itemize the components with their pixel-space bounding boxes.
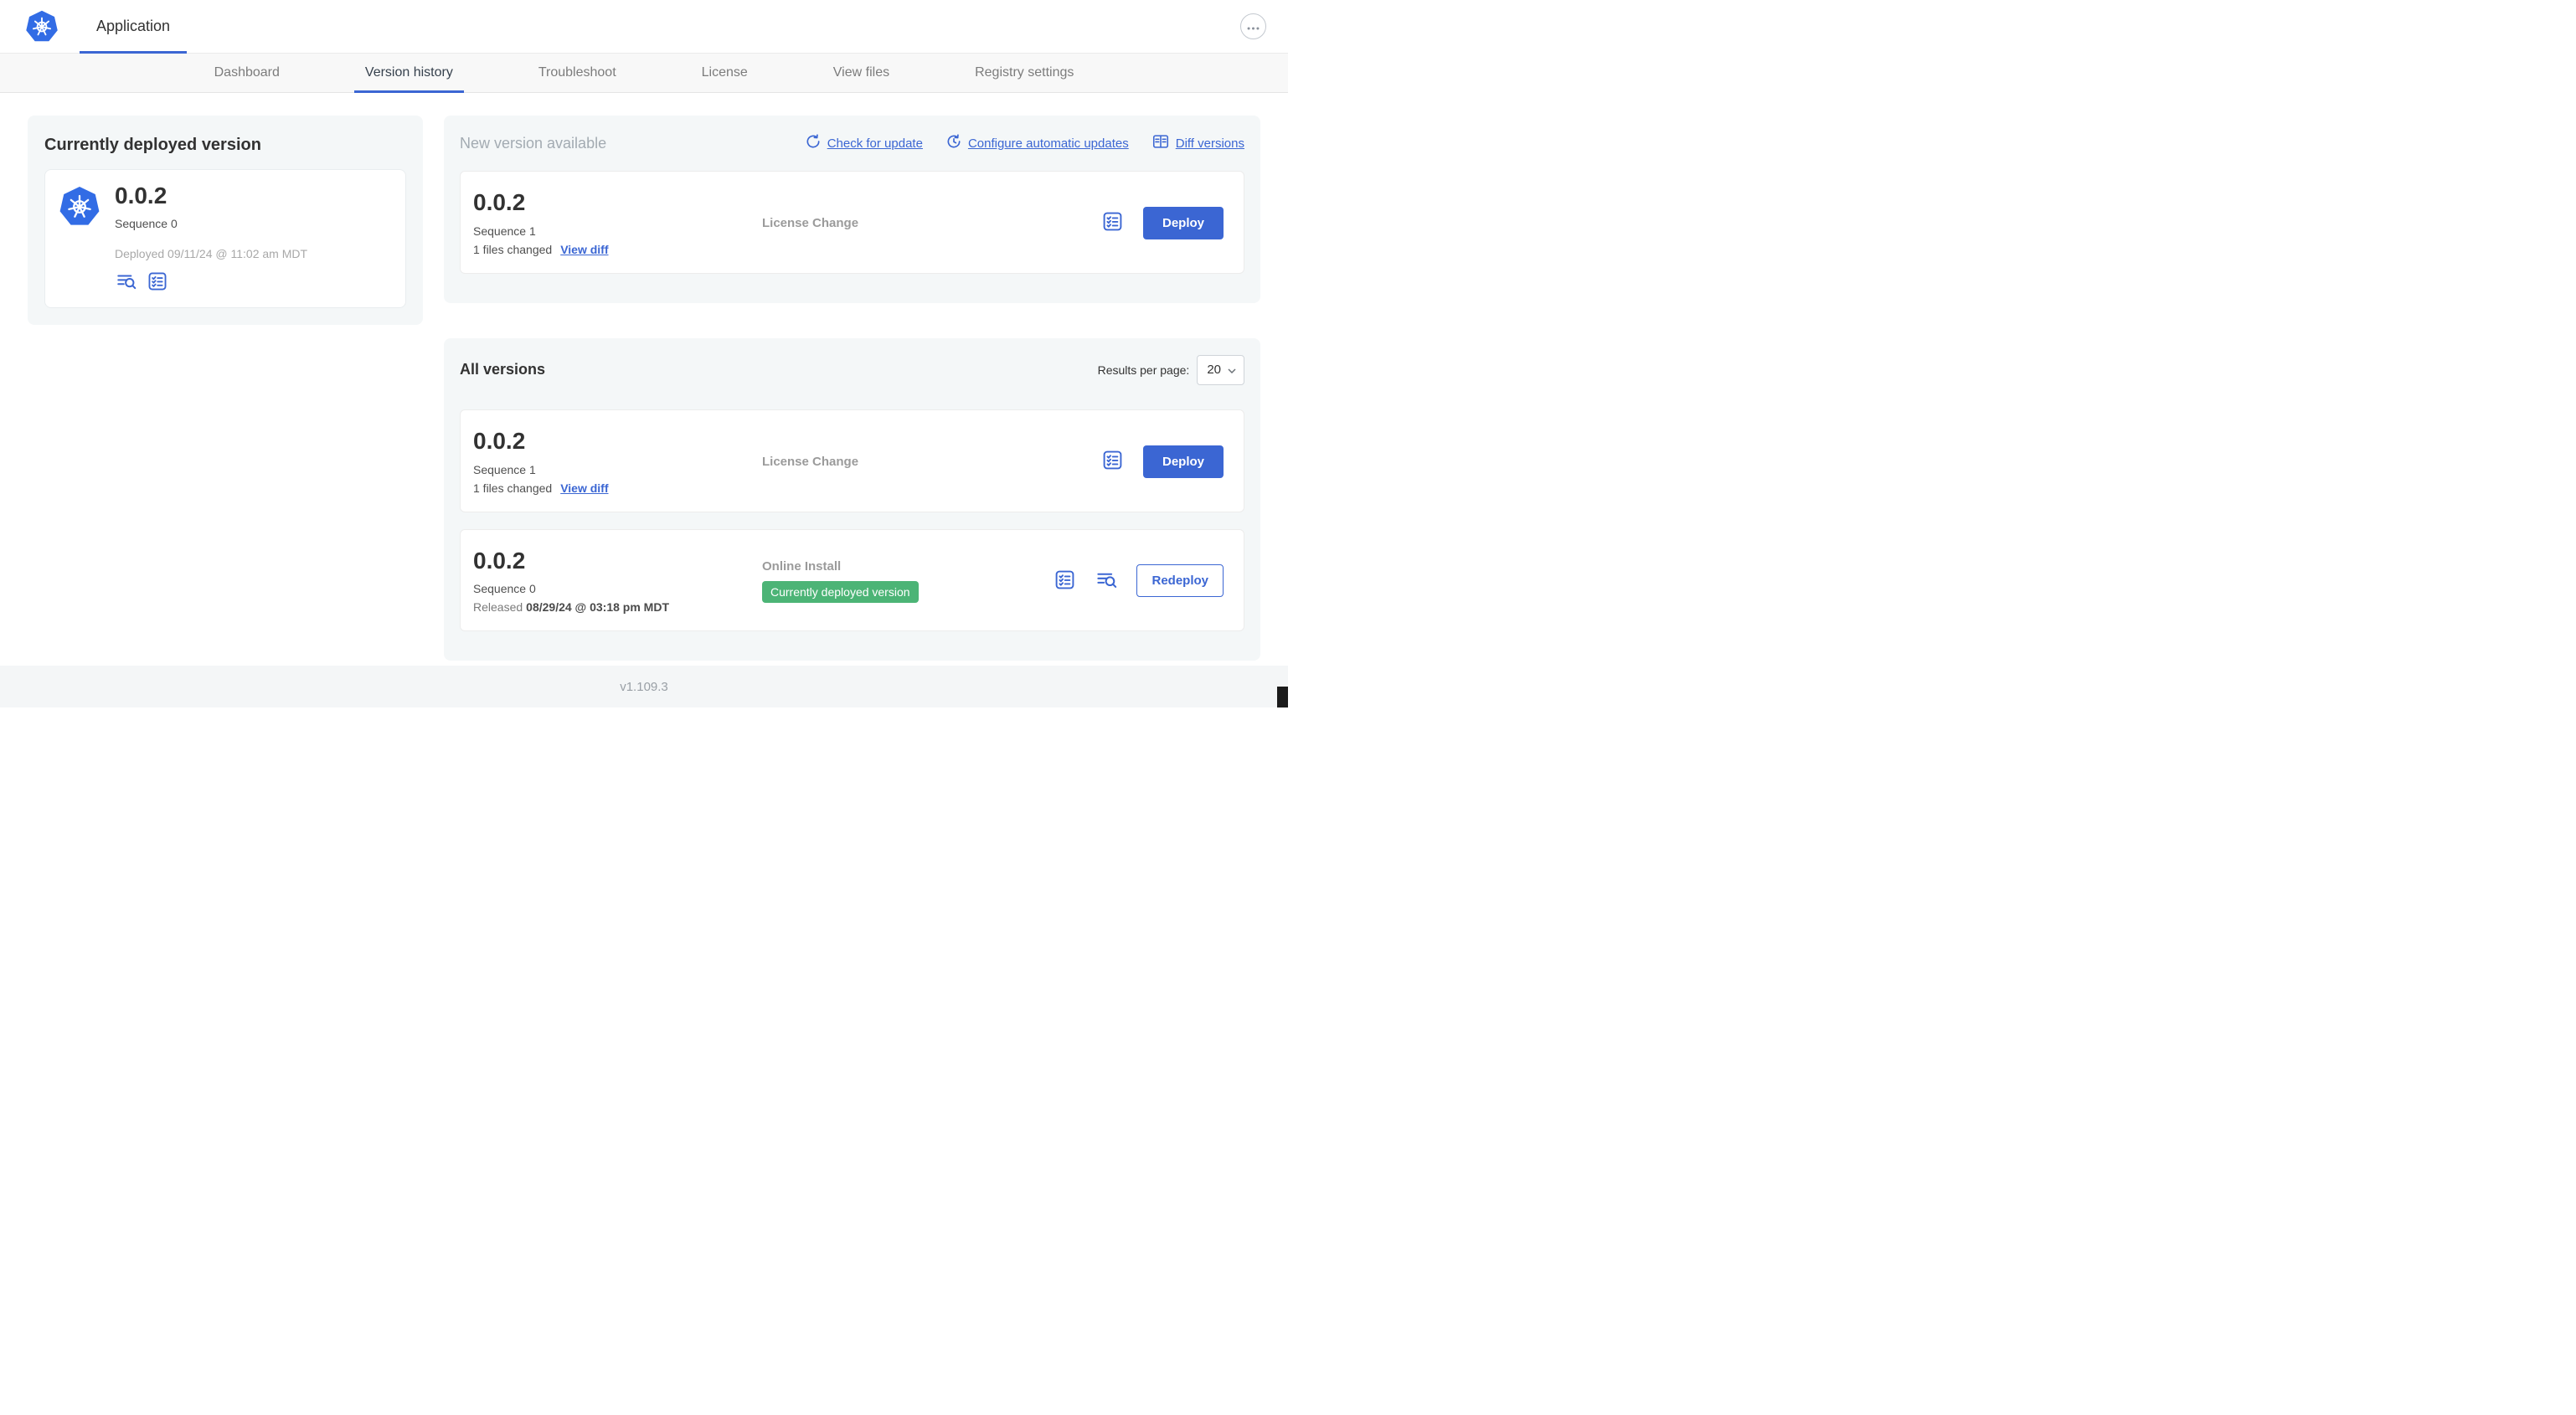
deployed-version-number: 0.0.2 (115, 183, 167, 208)
redeploy-button[interactable]: Redeploy (1136, 564, 1224, 598)
new-version-panel: New version available Check for update C… (444, 116, 1260, 303)
version-source-column: License Change (762, 455, 1101, 469)
deployed-sequence: Sequence 0 (115, 217, 178, 231)
deployed-version-card: 0.0.2 Sequence 0 Deployed 09/11/24 @ 11:… (44, 169, 406, 309)
version-sequence: Sequence 1 (473, 224, 536, 238)
view-diff-link[interactable]: View diff (560, 481, 608, 495)
files-changed-text: 1 files changed (473, 481, 553, 495)
preflight-checks-icon (1101, 210, 1124, 235)
version-actions: Redeploy (1053, 564, 1224, 598)
check-for-update-link[interactable]: Check for update (805, 133, 923, 153)
files-changed-line: 1 files changed View diff (473, 481, 762, 495)
main-content: Currently deployed version 0.0.2 Sequenc… (0, 93, 1288, 666)
deployed-actions (115, 270, 307, 294)
footer: v1.109.3 (0, 666, 1288, 708)
results-per-page: Results per page: 20 (1097, 354, 1244, 385)
preflight-checks-button[interactable] (1101, 211, 1125, 234)
preflight-checks-icon (1101, 449, 1124, 474)
version-sequence: Sequence 1 (473, 462, 536, 476)
version-row-sequence-0: 0.0.2 Sequence 0 Released 08/29/24 @ 03:1… (460, 528, 1244, 632)
view-logs-icon (1095, 569, 1118, 594)
currently-deployed-panel: Currently deployed version 0.0.2 Sequenc… (28, 116, 423, 326)
admin-console-page: Application Dashboard Version history Tr… (0, 0, 1288, 708)
version-source-column: License Change (762, 216, 1101, 230)
deployed-timestamp: Deployed 09/11/24 @ 11:02 am MDT (115, 247, 308, 261)
view-logs-button[interactable] (115, 270, 138, 294)
refresh-icon (805, 133, 822, 153)
version-source: Online Install (762, 558, 842, 574)
check-for-update-label: Check for update (827, 136, 923, 151)
right-column: New version available Check for update C… (444, 116, 1260, 661)
version-actions: Deploy (1101, 445, 1224, 478)
deploy-button[interactable]: Deploy (1142, 206, 1224, 239)
currently-deployed-badge: Currently deployed version (762, 580, 919, 603)
scrollbar-thumb[interactable] (1277, 687, 1288, 708)
version-info: 0.0.2 Sequence 1 1 files changed View di… (473, 427, 762, 495)
app-tab-application[interactable]: Application (80, 0, 188, 54)
app-tab-label: Application (96, 18, 171, 34)
all-versions-panel: All versions Results per page: 20 0.0.2 … (444, 337, 1260, 661)
configure-automatic-updates-label: Configure automatic updates (967, 136, 1129, 151)
results-per-page-select[interactable]: 20 (1197, 354, 1244, 385)
version-info: 0.0.2 Sequence 0 Released 08/29/24 @ 03:1… (473, 548, 762, 615)
new-version-row: 0.0.2 Sequence 1 1 files changed View di… (460, 171, 1244, 274)
configure-automatic-updates-link[interactable]: Configure automatic updates (945, 133, 1129, 153)
version-info: 0.0.2 Sequence 1 1 files changed View di… (473, 189, 762, 256)
version-rows: 0.0.2 Sequence 1 1 files changed View di… (460, 409, 1244, 632)
preflight-checks-button[interactable] (1101, 450, 1125, 473)
tab-dashboard[interactable]: Dashboard (204, 54, 291, 92)
tab-license[interactable]: License (691, 54, 759, 92)
kubernetes-logo-icon (25, 9, 59, 44)
version-source-column: Online Install Currently deployed versio… (762, 559, 1053, 603)
tab-troubleshoot[interactable]: Troubleshoot (528, 54, 627, 92)
console-version: v1.109.3 (620, 679, 668, 694)
preflight-checks-icon (1054, 569, 1076, 594)
files-changed-text: 1 files changed (473, 242, 553, 256)
preflight-checks-button[interactable] (146, 270, 169, 294)
files-changed-line: 1 files changed View diff (473, 243, 762, 256)
version-sequence: Sequence 0 (473, 582, 536, 596)
released-date: 08/29/24 @ 03:18 pm MDT (526, 600, 669, 615)
version-source: License Change (762, 215, 859, 230)
currently-deployed-title: Currently deployed version (44, 136, 261, 154)
view-diff-link[interactable]: View diff (560, 243, 608, 256)
tab-registry-settings[interactable]: Registry settings (964, 54, 1084, 92)
results-per-page-label: Results per page: (1097, 363, 1190, 377)
preflight-checks-icon (147, 270, 168, 295)
chevron-down-icon (1228, 363, 1236, 377)
app-nav-tabs: Dashboard Version history Troubleshoot L… (0, 54, 1288, 93)
diff-icon (1151, 132, 1170, 154)
diff-versions-label: Diff versions (1175, 136, 1244, 151)
app-kubernetes-icon (59, 183, 100, 294)
top-header: Application (0, 0, 1288, 54)
version-number: 0.0.2 (473, 427, 526, 454)
clock-arrow-icon (945, 133, 962, 153)
results-per-page-value: 20 (1207, 363, 1221, 378)
diff-versions-link[interactable]: Diff versions (1151, 132, 1244, 154)
tab-version-history[interactable]: Version history (353, 54, 464, 93)
released-prefix: Released (473, 600, 523, 615)
tab-view-files[interactable]: View files (822, 54, 900, 92)
released-line: Released 08/29/24 @ 03:18 pm MDT (473, 600, 762, 614)
new-version-actions: Check for update Configure automatic upd… (805, 132, 1244, 154)
all-versions-title: All versions (460, 361, 546, 378)
ellipsis-icon (1247, 20, 1260, 33)
preflight-checks-button[interactable] (1053, 569, 1076, 593)
view-logs-button[interactable] (1095, 569, 1118, 593)
all-versions-header: All versions Results per page: 20 (460, 354, 1244, 385)
version-number: 0.0.2 (473, 547, 526, 574)
version-source: License Change (762, 454, 859, 469)
view-logs-icon (116, 270, 137, 295)
version-number: 0.0.2 (473, 189, 526, 215)
new-version-title: New version available (460, 134, 607, 152)
more-options-button[interactable] (1240, 13, 1266, 39)
version-row-sequence-1: 0.0.2 Sequence 1 1 files changed View di… (460, 409, 1244, 512)
version-actions: Deploy (1101, 206, 1224, 239)
deploy-button[interactable]: Deploy (1142, 445, 1224, 478)
deployed-version-info: 0.0.2 Sequence 0 Deployed 09/11/24 @ 11:… (115, 183, 307, 294)
new-version-header: New version available Check for update C… (460, 132, 1244, 154)
